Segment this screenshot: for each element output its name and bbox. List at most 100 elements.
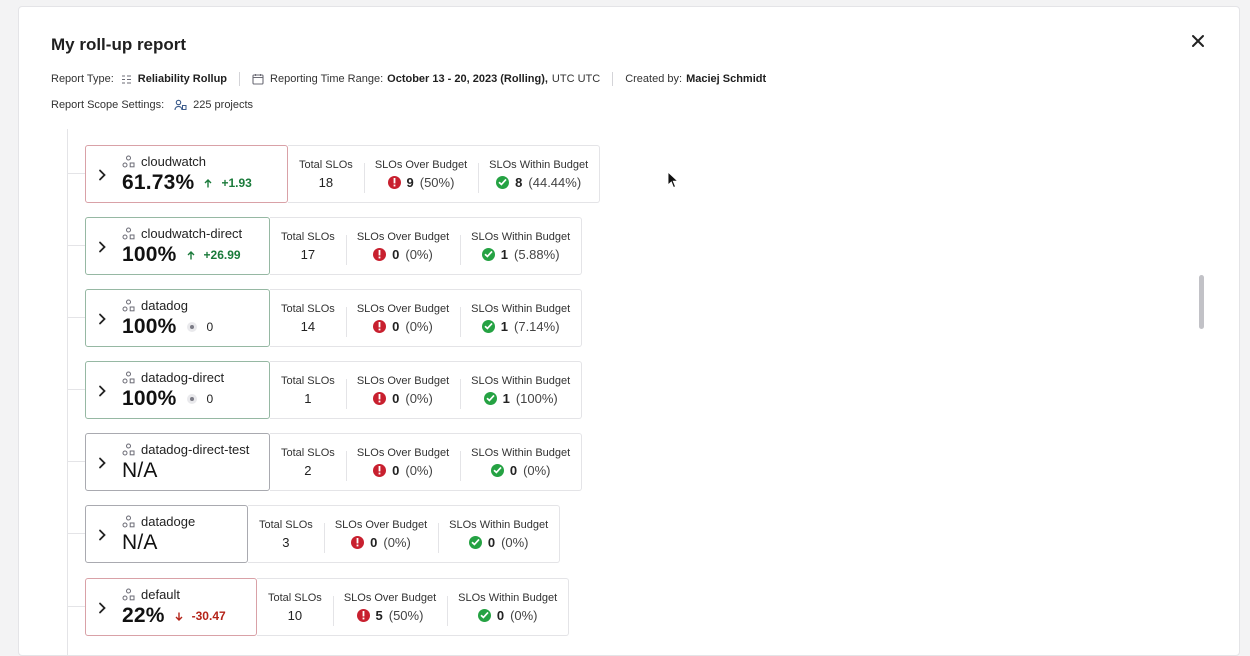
total-slos-value: 17 xyxy=(300,246,316,262)
project-summary-card[interactable]: datadog 100% 0 xyxy=(85,289,270,347)
within-budget-percent: (7.14%) xyxy=(514,318,560,334)
chevron-right-icon[interactable] xyxy=(96,240,108,254)
check-circle-icon xyxy=(481,319,495,333)
tree-branch xyxy=(68,317,85,318)
reliability-percent: 22% xyxy=(122,604,165,627)
project-summary-card[interactable]: datadog-direct-test N/A xyxy=(85,433,270,491)
project-icon xyxy=(122,155,135,168)
project-summary-card[interactable]: datadog-direct 100% 0 xyxy=(85,361,270,419)
chevron-right-icon[interactable] xyxy=(96,384,108,398)
total-slos: Total SLOs 3 xyxy=(248,519,324,550)
within-budget-label: SLOs Within Budget xyxy=(489,158,589,171)
created-by-label: Created by: xyxy=(625,73,683,85)
report-type-label: Report Type: xyxy=(51,73,114,85)
total-slos: Total SLOs 2 xyxy=(270,447,346,478)
project-name: datadog-direct xyxy=(141,370,225,385)
delta-value: +1.93 xyxy=(221,176,252,190)
neutral-dot-icon xyxy=(186,322,197,332)
error-icon xyxy=(373,463,387,477)
slos-over-budget: SLOs Over Budget 0 (0%) xyxy=(345,447,460,481)
close-icon[interactable] xyxy=(1188,31,1208,51)
over-budget-percent: (0%) xyxy=(405,462,433,478)
error-icon xyxy=(356,608,370,622)
delta-value: 0 xyxy=(206,320,214,334)
project-summary-card[interactable]: cloudwatch 61.73% +1.93 xyxy=(85,145,288,203)
chevron-right-icon[interactable] xyxy=(96,601,108,615)
total-slos: Total SLOs 17 xyxy=(270,231,346,262)
scope-value[interactable]: 225 projects xyxy=(193,99,253,111)
project-row: datadog 100% 0 Total SLOs 14 SLOs Over Budget… xyxy=(68,289,583,347)
project-summary-card[interactable]: cloudwatch-direct 100% +26.99 xyxy=(85,217,270,275)
over-budget-label: SLOs Over Budget xyxy=(356,374,450,387)
rollup-icon xyxy=(121,74,132,85)
project-icon xyxy=(122,515,135,528)
check-circle-icon xyxy=(496,175,510,189)
project-name: cloudwatch xyxy=(141,154,207,169)
slo-stats: Total SLOs 2 SLOs Over Budget 0 (0%) SLOs Wit… xyxy=(270,433,583,491)
created-by-value: Maciej Schmidt xyxy=(686,73,767,85)
projects-icon xyxy=(174,99,187,111)
error-icon xyxy=(387,175,401,189)
chevron-right-icon[interactable] xyxy=(96,168,108,182)
chevron-right-icon[interactable] xyxy=(96,312,108,326)
within-budget-count: 0 xyxy=(496,607,505,623)
over-budget-label: SLOs Over Budget xyxy=(356,230,450,243)
slo-stats: Total SLOs 14 SLOs Over Budget 0 (0%) SLOs Wi… xyxy=(270,289,583,347)
error-icon xyxy=(351,535,365,549)
over-budget-label: SLOs Over Budget xyxy=(334,518,428,531)
project-summary-card[interactable]: default 22% -30.47 xyxy=(85,578,257,636)
over-budget-label: SLOs Over Budget xyxy=(356,302,450,315)
reliability-percent: 61.73% xyxy=(122,171,195,194)
arrow-down-icon xyxy=(175,612,183,621)
within-budget-percent: (0%) xyxy=(501,534,529,550)
within-budget-percent: (44.44%) xyxy=(528,174,582,190)
project-summary-card[interactable]: datadoge N/A xyxy=(85,505,248,563)
delta-value: +26.99 xyxy=(203,248,241,262)
over-budget-count: 5 xyxy=(375,607,383,623)
neutral-dot-icon xyxy=(186,394,197,404)
slos-within-budget: SLOs Within Budget 8 (44.44%) xyxy=(478,158,599,193)
slos-within-budget: SLOs Within Budget 0 (0%) xyxy=(447,592,568,626)
total-slos: Total SLOs 10 xyxy=(257,592,333,623)
total-slos-label: Total SLOs xyxy=(281,302,335,315)
time-range-label: Reporting Time Range: xyxy=(270,73,384,85)
scrollbar[interactable] xyxy=(1199,275,1204,329)
total-slos-value: 14 xyxy=(300,318,316,334)
tree-branch xyxy=(68,461,85,462)
reliability-percent: 100% xyxy=(122,315,177,338)
slo-stats: Total SLOs 1 SLOs Over Budget 0 (0%) SLOs Wit… xyxy=(270,361,583,419)
report-title: My roll-up report xyxy=(51,35,187,54)
slo-stats: Total SLOs 10 SLOs Over Budget 5 (50%) SLOs W… xyxy=(257,578,570,636)
over-budget-percent: (0%) xyxy=(405,318,433,334)
slos-over-budget: SLOs Over Budget 0 (0%) xyxy=(345,374,460,409)
total-slos-value: 18 xyxy=(318,174,334,190)
within-budget-label: SLOs Within Budget xyxy=(471,374,571,387)
check-circle-icon xyxy=(477,608,491,622)
mouse-cursor-icon xyxy=(667,171,679,189)
over-budget-label: SLOs Over Budget xyxy=(374,158,468,171)
over-budget-percent: (0%) xyxy=(383,534,411,550)
total-slos-label: Total SLOs xyxy=(299,158,353,171)
project-icon xyxy=(122,588,135,601)
tree-branch xyxy=(68,173,85,174)
chevron-right-icon[interactable] xyxy=(96,456,108,470)
project-row: cloudwatch 61.73% +1.93 Total SLOs 18 SLOs Ov… xyxy=(68,145,601,203)
total-slos: Total SLOs 14 xyxy=(270,303,346,334)
report-type-value: Reliability Rollup xyxy=(137,73,228,85)
scope-label: Report Scope Settings: xyxy=(51,99,165,111)
chevron-right-icon[interactable] xyxy=(96,528,108,542)
slos-within-budget: SLOs Within Budget 1 (5.88%) xyxy=(460,231,581,265)
total-slos-label: Total SLOs xyxy=(281,230,335,243)
project-name: datadog-direct-test xyxy=(141,442,250,457)
within-budget-percent: (100%) xyxy=(515,390,558,406)
tree-branch xyxy=(68,245,85,246)
total-slos-label: Total SLOs xyxy=(268,591,322,604)
reliability-percent: N/A xyxy=(122,459,158,482)
slo-stats: Total SLOs 3 SLOs Over Budget 0 (0%) SLOs Wit… xyxy=(248,505,561,563)
check-circle-icon xyxy=(481,247,495,261)
slos-within-budget: SLOs Within Budget 1 (100%) xyxy=(460,374,581,409)
within-budget-label: SLOs Within Budget xyxy=(449,518,549,531)
report-modal: My roll-up report Report Type: Reliabili… xyxy=(18,6,1240,656)
tree-branch xyxy=(68,533,85,534)
over-budget-percent: (0%) xyxy=(405,390,433,406)
